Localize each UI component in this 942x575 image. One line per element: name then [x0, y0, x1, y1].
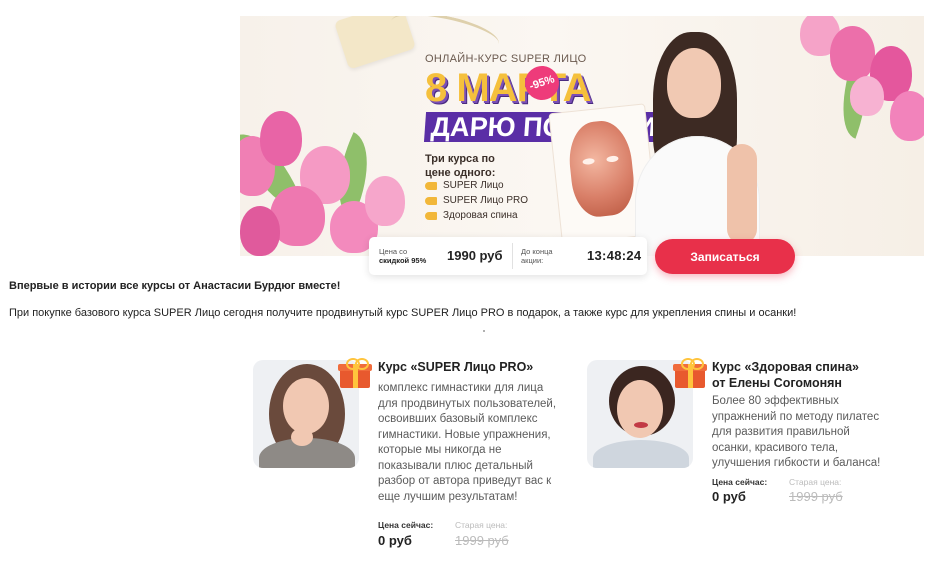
- lead-paragraph: При покупке базового курса SUPER Лицо се…: [9, 307, 797, 319]
- presenter-photo: [635, 26, 765, 256]
- page-headline: Впервые в истории все курсы от Анастасии…: [9, 280, 341, 292]
- price-value: 1990 руб: [447, 248, 503, 263]
- divider: [512, 243, 513, 269]
- banner-title-line1: 8 МАРТА: [425, 66, 592, 110]
- pointing-hand-icon: [425, 181, 437, 190]
- price-now-label: Цена сейчас:: [378, 520, 434, 530]
- promo-banner: ОНЛАЙН-КУРС SUPER ЛИЦО 8 МАРТА -95% ДАРЮ…: [240, 16, 924, 256]
- price-old-label: Старая цена:: [789, 477, 842, 487]
- price-now-label: Цена сейчас:: [712, 477, 768, 487]
- course-title: Курс «SUPER Лицо PRO»: [378, 360, 534, 374]
- tulip-decoration: [365, 176, 405, 226]
- banner-kicker: ОНЛАЙН-КУРС SUPER ЛИЦО: [425, 53, 587, 65]
- price-old-value: 1999 руб: [455, 533, 509, 548]
- gift-icon: [673, 358, 707, 388]
- course-title: Курс «Здоровая спина» от Елены Согомонян: [712, 360, 859, 390]
- list-item: Здоровая спина: [425, 208, 528, 223]
- divider-dot: [483, 330, 485, 332]
- offer-heading: Три курса по цене одного:: [425, 153, 496, 179]
- price-label: Цена со скидкой 95%: [379, 247, 427, 266]
- tulip-decoration: [830, 26, 875, 81]
- tulip-decoration: [240, 206, 280, 256]
- price-bar: Цена со скидкой 95% 1990 руб До конца акци…: [369, 237, 647, 275]
- list-item: SUPER Лицо PRO: [425, 193, 528, 208]
- course-description: Более 80 эффективных упражнений по метод…: [712, 395, 881, 469]
- offer-course-list: SUPER Лицо SUPER Лицо PRO Здоровая спина: [425, 178, 528, 223]
- price-old-label: Старая цена:: [455, 520, 508, 530]
- price-now-value: 0 руб: [378, 533, 412, 548]
- tulip-decoration: [850, 76, 884, 116]
- tulip-decoration: [890, 91, 924, 141]
- course-description: комплекс гимнастики для лица для продвин…: [378, 382, 557, 503]
- price-now-value: 0 руб: [712, 489, 746, 504]
- price-old-value: 1999 руб: [789, 489, 843, 504]
- list-item: SUPER Лицо: [425, 178, 528, 193]
- gift-icon: [338, 358, 372, 388]
- countdown-timer: 13:48:24: [587, 248, 642, 263]
- tulip-decoration: [260, 111, 302, 166]
- pointing-hand-icon: [425, 196, 437, 205]
- timer-label: До конца акции:: [521, 247, 553, 266]
- signup-button[interactable]: Записаться: [655, 239, 795, 274]
- pointing-hand-icon: [425, 211, 437, 220]
